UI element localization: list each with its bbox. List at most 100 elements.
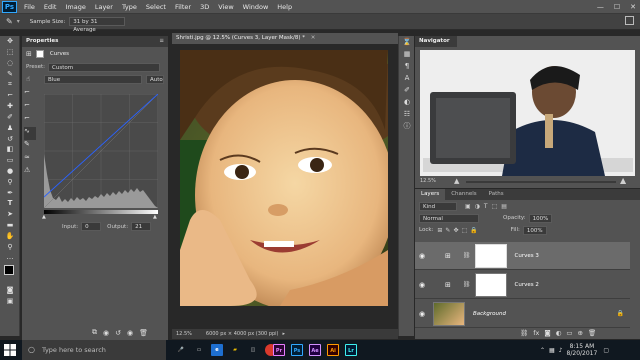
preset-select[interactable]: Custom [48,62,160,72]
visibility-eye-icon[interactable]: ◉ [419,252,431,260]
windows-start-icon[interactable] [4,344,16,356]
quick-select-tool-icon[interactable]: ✎ [0,68,20,79]
clip-to-layer-icon[interactable]: ⧉ [92,328,97,337]
filter-kind-select[interactable]: Kind [419,201,457,211]
adjustment-layer-icon[interactable]: ◐ [556,329,562,337]
properties-title[interactable]: Properties [26,36,58,47]
delete-icon[interactable]: 🗑 [139,329,148,337]
layer-row-background[interactable]: ◉ Background 🔒 [415,300,630,328]
move-tool-icon[interactable]: ✥ [0,36,20,47]
file-explorer-icon[interactable]: ▰ [229,344,241,356]
styles-panel-icon[interactable]: ☷ [399,108,415,120]
chain-icon[interactable]: ⛓ [463,252,471,259]
adjustments-panel-icon[interactable]: ◐ [399,96,415,108]
menu-help[interactable]: Help [277,3,292,11]
white-point-slider-icon[interactable]: ▲ [153,214,157,220]
edge-icon[interactable]: e [211,344,223,356]
link-layers-icon[interactable]: ⛓ [520,329,528,337]
sample-size-select[interactable]: 31 by 31 Average [69,17,126,33]
type-tool-icon[interactable]: T [0,198,20,209]
store-icon[interactable]: ◫ [247,344,259,356]
zoom-out-icon[interactable]: ▲ [454,177,459,185]
lasso-tool-icon[interactable]: ◌ [0,58,20,69]
tab-layers[interactable]: Layers [415,189,446,200]
layer-name[interactable]: Curves 2 [515,282,539,288]
opacity-field[interactable]: 100% [528,213,553,223]
visibility-icon[interactable]: ◉ [127,329,133,337]
tray-chevron-icon[interactable]: ⌃ [540,347,545,354]
layer-mask-thumb[interactable] [474,243,507,268]
foreground-color-swatch[interactable] [4,264,14,275]
edit-points-icon[interactable]: ∿ [24,127,36,140]
tool-preset-chevron-icon[interactable]: ▾ [17,18,20,25]
network-icon[interactable]: ▦ [549,347,555,354]
status-menu-icon[interactable]: ▸ [283,329,286,339]
volume-icon[interactable]: ♪ [559,347,563,354]
taskbar-ai-icon[interactable]: Ai [327,344,339,356]
output-field[interactable]: 21 [131,222,152,231]
pen-tool-icon[interactable]: ✒ [0,187,20,198]
sample-black-eyedropper-icon[interactable]: ⌐ [24,88,36,101]
zoom-level[interactable]: 12.5% [176,329,192,339]
photoshop-logo[interactable]: Ps [2,1,17,13]
history-brush-icon[interactable]: ↺ [0,133,20,144]
sample-white-eyedropper-icon[interactable]: ⌐ [24,114,36,127]
marquee-tool-icon[interactable]: ⬚ [0,47,20,58]
notifications-icon[interactable]: ▢ [603,347,609,354]
curves-graph[interactable] [44,94,158,208]
black-point-slider-icon[interactable]: ▲ [42,214,46,220]
zoom-tool-icon[interactable]: ⚲ [0,241,20,252]
group-icon[interactable]: ▭ [566,329,572,337]
path-select-tool-icon[interactable]: ➤ [0,209,20,220]
stamp-tool-icon[interactable]: ♟ [0,122,20,133]
layer-mask-icon[interactable] [35,50,44,58]
input-field[interactable]: 0 [81,222,102,231]
zoom-in-icon[interactable]: ▲ [620,176,626,185]
menu-file[interactable]: File [24,3,35,11]
menu-edit[interactable]: Edit [44,3,57,11]
maximize-icon[interactable]: ☐ [614,3,620,11]
auto-button[interactable]: Auto [146,74,164,84]
reset-icon[interactable]: ↺ [115,329,121,337]
clipping-warning-icon[interactable]: ⚠ [24,166,36,179]
layer-row-curves-2[interactable]: ◉ ⊞ ⛓ Curves 2 [415,271,630,299]
menu-3d[interactable]: 3D [200,3,209,11]
close-document-icon[interactable]: ✕ [311,35,316,41]
brush-tool-icon[interactable]: ✐ [0,112,20,123]
paragraph-panel-icon[interactable]: ¶ [399,60,415,72]
quick-mask-icon[interactable]: ◙ [0,285,20,296]
menu-select[interactable]: Select [146,3,166,11]
clock[interactable]: 8:15 AM 8/20/2017 [567,343,598,357]
eraser-tool-icon[interactable]: ◧ [0,144,20,155]
taskbar-pr-icon[interactable]: Pr [273,344,285,356]
chain-icon[interactable]: ⛓ [463,281,471,288]
menu-layer[interactable]: Layer [95,3,113,11]
view-previous-icon[interactable]: ◉ [103,329,109,337]
menu-image[interactable]: Image [65,3,85,11]
gradient-tool-icon[interactable]: ▭ [0,155,20,166]
microphone-icon[interactable]: 🎤 [175,344,187,356]
close-icon[interactable]: ✕ [630,3,636,11]
shape-tool-icon[interactable]: ▬ [0,220,20,231]
menu-window[interactable]: Window [243,3,269,11]
taskbar-ps-icon[interactable]: Ps [291,344,303,356]
menu-filter[interactable]: Filter [175,3,191,11]
navigator-preview[interactable] [420,50,635,176]
channel-select[interactable]: Blue [44,74,142,84]
draw-curve-icon[interactable]: ✎ [24,140,36,153]
taskbar-lr-icon[interactable]: Lr [345,344,357,356]
tab-paths[interactable]: Paths [483,189,510,200]
healing-tool-icon[interactable]: ✚ [0,101,20,112]
add-mask-icon[interactable]: ◙ [544,329,550,337]
layer-name[interactable]: Curves 3 [515,253,539,259]
task-view-icon[interactable]: ▭ [193,344,205,356]
brush-panel-icon[interactable]: ✐ [399,84,415,96]
lock-icons[interactable]: ⊞✎✥⬚🔒 [437,227,480,234]
color-swatches[interactable] [0,263,19,285]
minimize-icon[interactable]: — [597,3,604,11]
crop-tool-icon[interactable]: ⌗ [0,79,20,90]
swatches-panel-icon[interactable]: ▦ [399,48,415,60]
document-tab[interactable]: Shristi.jpg @ 12.5% (Curves 3, Layer Mas… [172,33,398,44]
workspace-icon[interactable] [625,16,634,25]
navigator-tab[interactable]: Navigator [415,36,457,47]
